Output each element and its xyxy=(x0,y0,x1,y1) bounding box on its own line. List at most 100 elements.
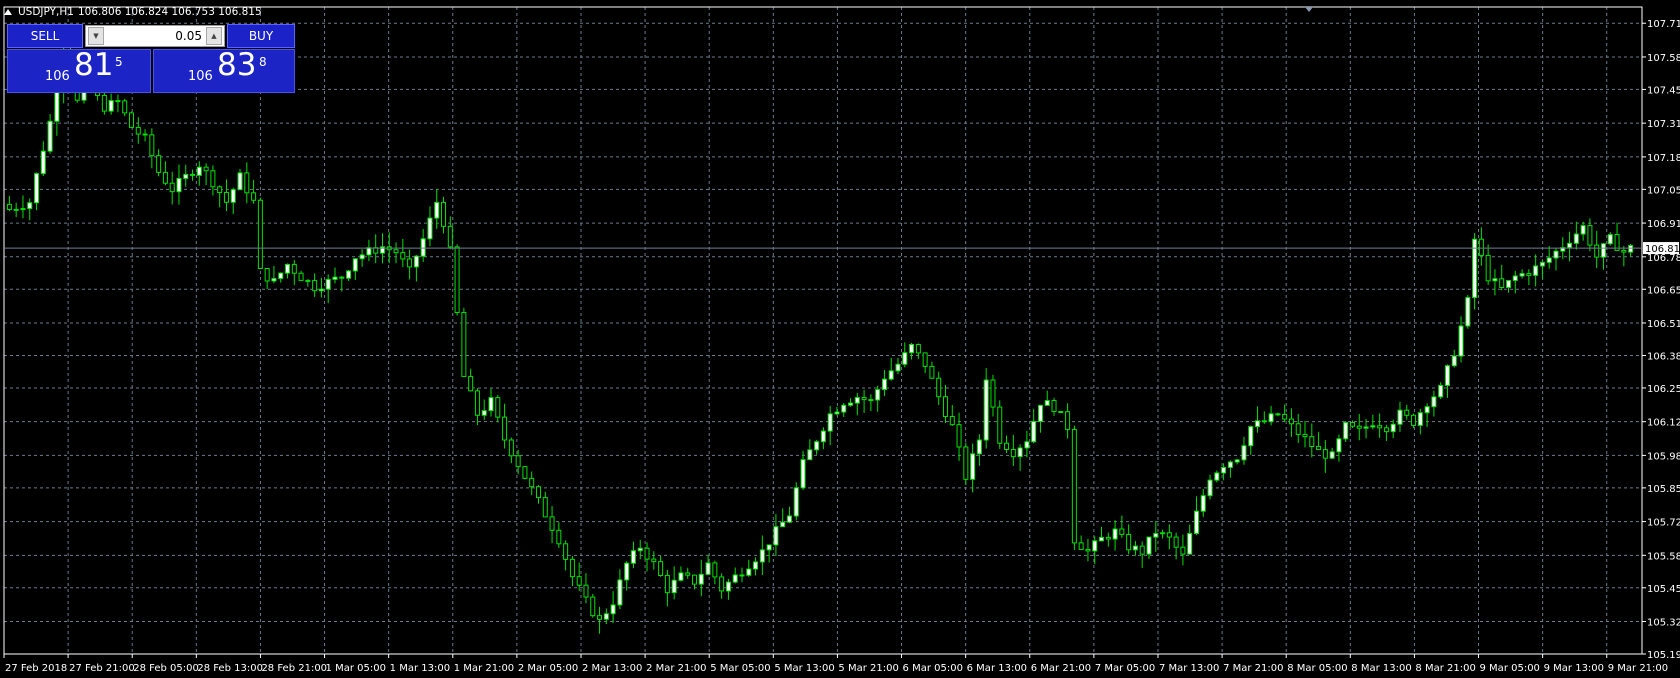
candle-body xyxy=(929,365,935,379)
y-tick-label: 105.985 xyxy=(1647,451,1680,462)
candle-body xyxy=(895,363,901,372)
candle-body xyxy=(1329,451,1335,459)
lot-size-field[interactable]: ▼ ▲ xyxy=(85,25,225,47)
candle-body xyxy=(1085,548,1091,552)
candle-body xyxy=(1621,249,1627,253)
candle-body xyxy=(1594,244,1600,258)
candle-body xyxy=(1458,325,1464,357)
x-tick-label: 5 Mar 21:00 xyxy=(838,663,898,674)
candle-body xyxy=(963,446,969,480)
x-tick-label: 2 Mar 21:00 xyxy=(646,663,706,674)
candle-body xyxy=(786,515,792,523)
candle-body xyxy=(393,249,399,254)
candle-body xyxy=(47,120,53,152)
symbol-label: USDJPY,H1 xyxy=(18,6,74,18)
candle-body xyxy=(230,189,236,203)
candle-body xyxy=(1221,466,1227,474)
candle-body xyxy=(1411,414,1417,426)
candle-body xyxy=(1451,355,1457,367)
lot-increase-arrow-icon[interactable]: ▲ xyxy=(206,27,222,45)
candle-body xyxy=(1200,495,1206,512)
candle-body xyxy=(305,279,311,282)
candle-body xyxy=(27,202,33,210)
candle-body xyxy=(217,186,223,193)
y-tick-label: 105.190 xyxy=(1647,650,1680,661)
candle-body xyxy=(597,615,603,620)
candle-body xyxy=(671,579,677,594)
candle-body xyxy=(658,561,664,576)
candle-body xyxy=(34,173,40,204)
candle-body xyxy=(1567,242,1573,249)
candle-body xyxy=(535,486,541,499)
x-tick-label: 28 Feb 13:00 xyxy=(197,663,263,674)
candle-body xyxy=(291,263,297,274)
candle-body xyxy=(508,439,514,457)
candle-body xyxy=(203,166,209,172)
candle-body xyxy=(1573,233,1579,244)
candle-body xyxy=(1051,400,1057,413)
candle-body xyxy=(827,413,833,432)
candle-body xyxy=(1173,536,1179,548)
candle-body xyxy=(1126,533,1132,551)
candle-body xyxy=(848,402,854,406)
candle-body xyxy=(888,370,894,380)
candle-body xyxy=(1417,412,1423,426)
candle-body xyxy=(1105,536,1111,540)
candlestick-chart[interactable]: 107.715 107.580 107.450 107.315 107.180 107.0… xyxy=(0,0,1680,678)
candle-body xyxy=(1533,265,1539,276)
candle-body xyxy=(515,455,521,468)
y-tick-label: 105.720 xyxy=(1647,518,1680,529)
current-price-label: 106.815 xyxy=(1645,244,1680,255)
candle-body xyxy=(156,155,162,173)
candle-body xyxy=(841,404,847,413)
candle-body xyxy=(1139,545,1145,555)
candle-body xyxy=(875,389,881,401)
y-tick-label: 106.915 xyxy=(1647,219,1680,230)
candle-body xyxy=(529,477,535,488)
candle-body xyxy=(576,576,582,586)
candle-body xyxy=(1288,418,1294,425)
candle-body xyxy=(685,572,691,576)
candle-body xyxy=(1607,234,1613,245)
candle-body xyxy=(1444,365,1450,386)
candle-body xyxy=(1180,546,1186,555)
candle-body xyxy=(196,166,202,176)
candle-body xyxy=(725,581,731,592)
candle-body xyxy=(881,378,887,391)
candle-body xyxy=(1132,545,1138,551)
lot-decrease-arrow-icon[interactable]: ▼ xyxy=(88,27,104,45)
candle-body xyxy=(298,272,304,281)
candle-body xyxy=(285,263,291,274)
buy-button[interactable]: BUY xyxy=(227,24,295,48)
x-tick-label: 27 Feb 2018 xyxy=(5,663,67,674)
candle-body xyxy=(244,172,250,194)
candle-body xyxy=(1092,540,1098,552)
y-tick-label: 105.855 xyxy=(1647,484,1680,495)
buy-price-box[interactable]: 106 83 8 xyxy=(153,47,295,93)
sell-button[interactable]: SELL xyxy=(7,24,83,48)
x-tick-label: 9 Mar 21:00 xyxy=(1608,663,1668,674)
candle-body xyxy=(637,547,643,552)
collapse-triangle-icon[interactable] xyxy=(4,9,12,15)
candle-body xyxy=(834,411,840,415)
candle-body xyxy=(603,613,609,620)
candle-body xyxy=(976,439,982,455)
y-tick-label: 106.120 xyxy=(1647,418,1680,429)
buy-price-pip: 8 xyxy=(259,55,267,69)
candle-body xyxy=(1234,459,1240,463)
chart-frame xyxy=(3,6,1643,655)
candle-body xyxy=(101,94,107,112)
lot-size-input[interactable] xyxy=(106,27,202,45)
candle-body xyxy=(1227,461,1233,468)
candle-body xyxy=(1153,532,1159,538)
candle-body xyxy=(346,270,352,279)
candle-body xyxy=(251,192,257,201)
candle-body xyxy=(1187,532,1193,555)
shift-marker-icon xyxy=(1305,7,1313,12)
candle-body xyxy=(128,112,134,128)
sell-price-box[interactable]: 106 81 5 xyxy=(7,47,151,93)
chart-area[interactable]: 107.715 107.580 107.450 107.315 107.180 107.0… xyxy=(0,0,1680,678)
candle-body xyxy=(739,574,745,577)
candle-body xyxy=(1438,384,1444,398)
candle-body xyxy=(807,449,813,461)
